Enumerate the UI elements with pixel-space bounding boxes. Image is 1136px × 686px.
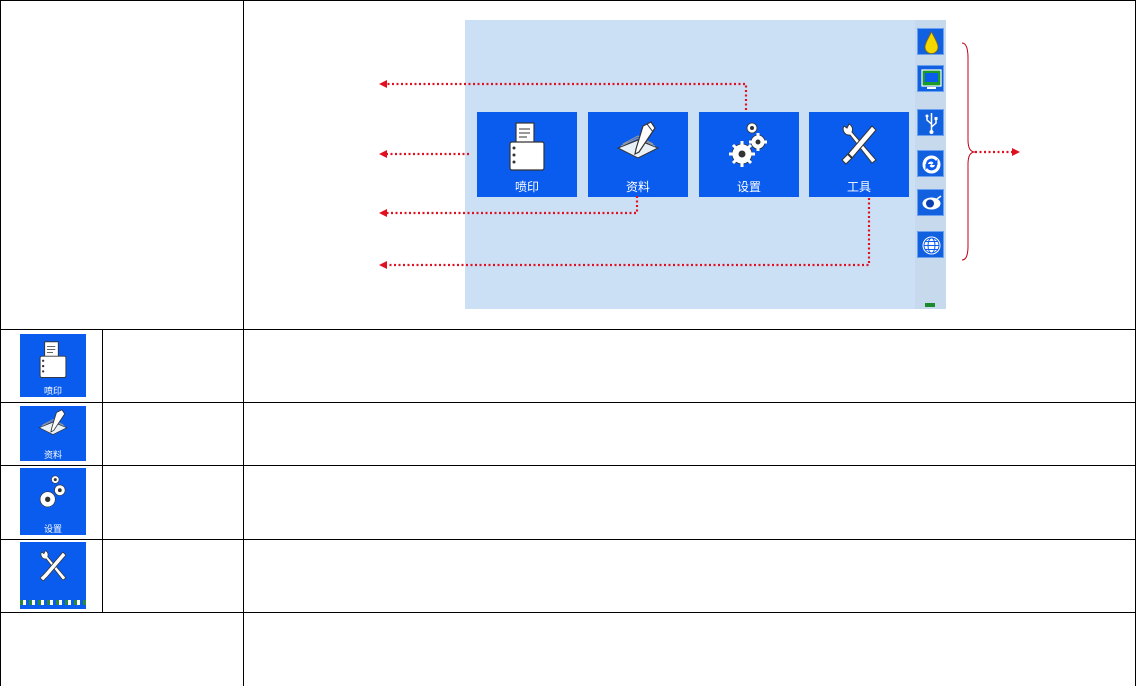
settings-gears-icon: [39, 475, 66, 508]
row-data-icon: 资料: [20, 406, 86, 461]
garbled-label: [20, 600, 86, 605]
row-label: 设置: [43, 525, 62, 535]
row-label: 喷印: [43, 387, 62, 397]
annotation-arrows: [379, 42, 1020, 269]
data-pen-icon: [38, 409, 68, 435]
row-label: 资料: [43, 451, 62, 461]
print-document-icon: [39, 341, 67, 378]
row-print-icon: 喷印: [20, 334, 86, 397]
row-tools-icon: [20, 542, 86, 609]
row-settings-icon: 设置: [20, 468, 86, 535]
tools-icon: [39, 550, 67, 582]
bracket: [961, 42, 976, 261]
